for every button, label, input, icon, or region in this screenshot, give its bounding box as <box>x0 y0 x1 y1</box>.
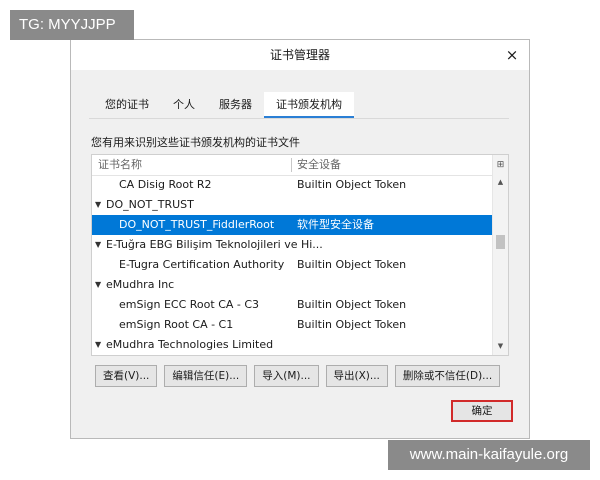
tree-row[interactable]: E-Tugra Certification Authority Builtin … <box>92 255 492 275</box>
cert-name: emSign ECC Root CA - C3 <box>119 298 260 311</box>
watermark: www.main-kaifayule.org <box>388 440 590 470</box>
column-picker-icon[interactable]: ⊞ <box>493 155 508 175</box>
tree-rows: CA Disig Root R2 Builtin Object Token ▼ … <box>92 175 492 355</box>
tree-scrollbar[interactable]: ⊞ ▲ ▼ <box>492 155 508 355</box>
cert-device: Builtin Object Token <box>297 318 407 331</box>
authorities-description: 您有用来识别这些证书颁发机构的证书文件 <box>91 136 300 149</box>
expand-arrow-icon[interactable]: ▼ <box>95 235 105 255</box>
tab-authorities[interactable]: 证书颁发机构 <box>264 92 354 118</box>
ok-button[interactable]: 确定 <box>451 400 513 422</box>
tab-servers[interactable]: 服务器 <box>207 92 264 118</box>
cert-device: Builtin Object Token <box>297 258 407 271</box>
dialog-titlebar: 证书管理器 × <box>71 40 529 70</box>
delete-or-distrust-button[interactable]: 删除或不信任(D)... <box>394 365 501 387</box>
expand-arrow-icon[interactable]: ▼ <box>95 275 105 295</box>
tab-divider <box>89 118 509 119</box>
scroll-down-icon[interactable]: ▼ <box>493 339 508 353</box>
tab-personal[interactable]: 个人 <box>161 92 207 118</box>
column-header-name[interactable]: 证书名称 <box>98 155 142 175</box>
certificate-tree[interactable]: 证书名称 安全设备 CA Disig Root R2 Builtin Objec… <box>91 154 509 356</box>
dialog-title: 证书管理器 <box>269 48 330 62</box>
tree-row[interactable]: ▼ eMudhra Inc <box>92 275 492 295</box>
action-buttons: 查看(V)... 编辑信任(E)... 导入(M)... 导出(X)... 删除… <box>95 365 501 387</box>
cert-name: E-Tugra Certification Authority <box>119 258 285 271</box>
tree-header: 证书名称 安全设备 <box>92 155 492 176</box>
cert-name: DO_NOT_TRUST_FiddlerRoot <box>119 218 275 231</box>
tree-row[interactable]: emSign Root CA - C1 Builtin Object Token <box>92 315 492 335</box>
cert-name: emSign Root CA - C1 <box>119 318 234 331</box>
cert-group-name: E-Tuğra EBG Bilişim Teknolojileri ve Hi.… <box>106 238 323 251</box>
view-button[interactable]: 查看(V)... <box>95 365 158 387</box>
page: TG: MYYJJPP 证书管理器 × 您的证书 个人 服务器 证书颁发机构 您… <box>0 0 600 480</box>
edit-trust-button[interactable]: 编辑信任(E)... <box>164 365 248 387</box>
certificate-manager-dialog: 证书管理器 × 您的证书 个人 服务器 证书颁发机构 您有用来识别这些证书颁发机… <box>70 39 530 439</box>
tree-row[interactable]: emSign ECC Root CA - C3 Builtin Object T… <box>92 295 492 315</box>
tree-row[interactable]: ▼ E-Tuğra EBG Bilişim Teknolojileri ve H… <box>92 235 492 255</box>
expand-arrow-icon[interactable]: ▼ <box>95 195 105 215</box>
cert-group-name: eMudhra Inc <box>106 278 175 291</box>
column-header-device[interactable]: 安全设备 <box>297 155 341 175</box>
expand-arrow-icon[interactable]: ▼ <box>95 335 105 355</box>
tab-your-certificates[interactable]: 您的证书 <box>93 92 161 118</box>
tree-row[interactable]: ▼ DO_NOT_TRUST <box>92 195 492 215</box>
scroll-thumb[interactable] <box>496 235 505 249</box>
close-icon[interactable]: × <box>503 46 521 64</box>
cert-device: Builtin Object Token <box>297 178 407 191</box>
tg-label: TG: MYYJJPP <box>10 10 134 40</box>
cert-group-name: DO_NOT_TRUST <box>106 198 194 211</box>
tab-bar: 您的证书 个人 服务器 证书颁发机构 <box>93 92 354 118</box>
cert-name: CA Disig Root R2 <box>119 178 212 191</box>
scroll-up-icon[interactable]: ▲ <box>493 175 508 189</box>
import-button[interactable]: 导入(M)... <box>254 365 319 387</box>
tree-row[interactable]: CA Disig Root R2 Builtin Object Token <box>92 175 492 195</box>
cert-device: Builtin Object Token <box>297 298 407 311</box>
tree-row[interactable]: ▼ eMudhra Technologies Limited <box>92 335 492 355</box>
column-separator[interactable] <box>291 158 292 172</box>
cert-group-name: eMudhra Technologies Limited <box>106 338 274 351</box>
cert-device: 软件型安全设备 <box>297 218 374 231</box>
tree-row-selected[interactable]: DO_NOT_TRUST_FiddlerRoot 软件型安全设备 <box>92 215 492 235</box>
dialog-content: 您的证书 个人 服务器 证书颁发机构 您有用来识别这些证书颁发机构的证书文件 证… <box>71 70 529 438</box>
export-button[interactable]: 导出(X)... <box>325 365 388 387</box>
